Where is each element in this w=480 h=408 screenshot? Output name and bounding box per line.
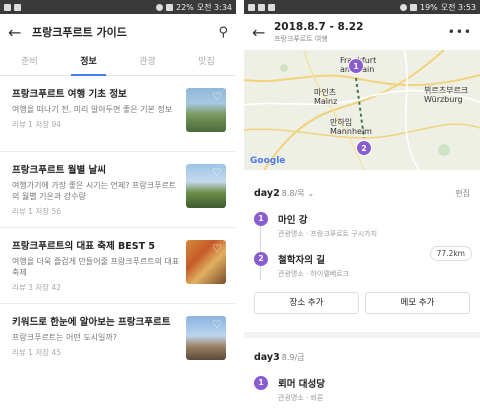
article-thumbnail: ♡ <box>186 164 226 208</box>
heart-icon[interactable]: ♡ <box>211 319 223 331</box>
article-item[interactable]: 프랑크푸르트의 대표 축제 BEST 5 여행을 더욱 즐겁게 만들어줄 프랑크… <box>0 228 236 304</box>
day-name: day3 <box>254 351 280 363</box>
status-time: 오전 3:53 <box>440 2 476 12</box>
article-item[interactable]: 프랑크푸르트 여행 기초 정보 여행을 떠나기 전, 미리 알아두면 좋은 기본… <box>0 76 236 152</box>
trip-header: ← 2018.8.7 - 8.22 프랑크푸르트 여행 ••• <box>244 14 480 50</box>
tab-bar: 준비 정보 관광 맛집 <box>0 50 236 76</box>
panel-divider <box>236 0 244 408</box>
more-options-icon[interactable]: ••• <box>448 25 472 39</box>
article-desc: 프랑크푸르트는 어떤 도시일까? <box>12 333 118 342</box>
notification-icon <box>14 3 21 11</box>
tab-sightseeing[interactable]: 관광 <box>118 50 177 75</box>
article-meta: 리뷰 1 저장 45 <box>12 348 62 357</box>
article-meta: 리뷰 1 저장 94 <box>12 120 62 129</box>
day-date: 8.9/금 <box>281 352 305 362</box>
article-meta: 리뷰 3 저장 42 <box>12 283 62 292</box>
day3-header: day3 8.9/금 <box>244 342 480 372</box>
page-title: 프랑크푸르트 가이드 <box>32 26 127 39</box>
place-desc: 관광명소 · 뢰른 <box>278 394 324 402</box>
itinerary-screen: 19% 오전 3:53 ← 2018.8.7 - 8.22 프랑크푸르트 여행 … <box>244 0 480 408</box>
article-desc: 여행을 더욱 즐겁게 만들어줄 프랑크푸르트의 대표 축제 <box>12 257 180 277</box>
back-arrow-icon[interactable]: ← <box>8 23 30 42</box>
map-label-wurzburg: 뷔르츠부르크 Würzburg <box>424 86 469 104</box>
article-thumbnail: ♡ <box>186 316 226 360</box>
back-arrow-icon[interactable]: ← <box>252 23 274 42</box>
add-place-button[interactable]: 장소 추가 <box>254 292 359 314</box>
wifi-icon <box>399 3 407 11</box>
section-separator <box>244 332 480 338</box>
notification-icon <box>4 3 11 11</box>
tab-food[interactable]: 맛집 <box>177 50 236 75</box>
trip-dates: 2018.8.7 - 8.22 <box>274 20 364 33</box>
place-desc: 관광명소 · 하이델베르크 <box>278 270 350 278</box>
map-label-mainz: 마인츠 Mainz <box>314 88 338 106</box>
place-number: 1 <box>254 212 268 226</box>
article-thumbnail: ♡ <box>186 240 226 284</box>
status-bar: 19% 오전 3:53 <box>244 0 480 14</box>
distance-badge: 77.2km <box>429 246 472 261</box>
article-desc: 여행을 떠나기 전, 미리 알아두면 좋은 기본 정보 <box>12 105 173 114</box>
search-icon[interactable]: ⚲ <box>218 25 228 40</box>
add-memo-button[interactable]: 메모 추가 <box>365 292 470 314</box>
article-title: 프랑크푸르트 여행 기초 정보 <box>12 89 127 100</box>
signal-icon <box>165 3 173 11</box>
article-title: 키워드로 한눈에 알아보는 프랑크푸르트 <box>12 317 171 328</box>
article-meta: 리뷰 1 저장 56 <box>12 207 62 216</box>
battery-percent: 19% <box>419 2 438 12</box>
day2-header: day2 8.8/목 ⌄ 편집 <box>244 178 480 208</box>
article-thumbnail: ♡ <box>186 88 226 132</box>
itinerary-place[interactable]: 1 마인 강 관광명소 · 프랑크푸르트 구시가지 <box>244 208 480 248</box>
heart-icon[interactable]: ♡ <box>211 91 223 103</box>
google-logo: Google <box>250 156 286 166</box>
place-name: 뢰머 대성당 <box>278 379 326 390</box>
battery-percent: 22% <box>175 2 194 12</box>
app-header: ← 프랑크푸르트 가이드 ⚲ <box>0 14 236 50</box>
map-pin-2[interactable]: 2 <box>356 140 372 156</box>
place-name: 마인 강 <box>278 215 308 226</box>
map-pin-1[interactable]: 1 <box>348 58 364 74</box>
heart-icon[interactable]: ♡ <box>211 167 223 179</box>
place-number: 2 <box>254 252 268 266</box>
route-map[interactable]: Frankfurt am Main 마인츠 Mainz 만하임 Mannheim… <box>244 50 480 170</box>
status-bar: 22% 오전 3:34 <box>0 0 236 14</box>
notification-icon <box>248 3 255 11</box>
notification-icon <box>258 3 265 11</box>
edit-button[interactable]: 편집 <box>455 188 470 199</box>
tab-prepare[interactable]: 준비 <box>0 50 59 75</box>
guide-screen: 22% 오전 3:34 ← 프랑크푸르트 가이드 ⚲ 준비 정보 관광 맛집 프… <box>0 0 236 408</box>
article-title: 프랑크푸르트의 대표 축제 BEST 5 <box>12 241 156 252</box>
day-date: 8.8/목 <box>281 188 305 198</box>
article-item[interactable]: 프랑크푸르트 월별 날씨 여행가기에 가장 좋은 시기는 언제? 프랑크푸르트의… <box>0 152 236 228</box>
map-label-mannheim: 만하임 Mannheim <box>330 118 372 136</box>
day-name: day2 <box>254 187 280 199</box>
status-time: 오전 3:34 <box>196 2 232 12</box>
action-buttons: 장소 추가 메모 추가 <box>244 288 480 314</box>
chevron-down-icon[interactable]: ⌄ <box>308 189 315 198</box>
article-title: 프랑크푸르트 월별 날씨 <box>12 165 107 176</box>
place-desc: 관광명소 · 프랑크푸르트 구시가지 <box>278 230 378 238</box>
tab-info[interactable]: 정보 <box>59 50 118 76</box>
article-item[interactable]: 키워드로 한눈에 알아보는 프랑크푸르트 프랑크푸르트는 어떤 도시일까? 리뷰… <box>0 304 236 380</box>
wifi-icon <box>155 3 163 11</box>
signal-icon <box>409 3 417 11</box>
notification-icon <box>268 3 275 11</box>
itinerary-place[interactable]: 1 뢰머 대성당 관광명소 · 뢰른 <box>244 372 480 408</box>
place-number: 1 <box>254 376 268 390</box>
article-desc: 여행가기에 가장 좋은 시기는 언제? 프랑크푸르트의 월별 기온과 강수량 <box>12 181 177 201</box>
heart-icon[interactable]: ♡ <box>211 243 223 255</box>
trip-name: 프랑크푸르트 여행 <box>274 34 328 43</box>
screenshot-pair: 22% 오전 3:34 ← 프랑크푸르트 가이드 ⚲ 준비 정보 관광 맛집 프… <box>0 0 480 408</box>
